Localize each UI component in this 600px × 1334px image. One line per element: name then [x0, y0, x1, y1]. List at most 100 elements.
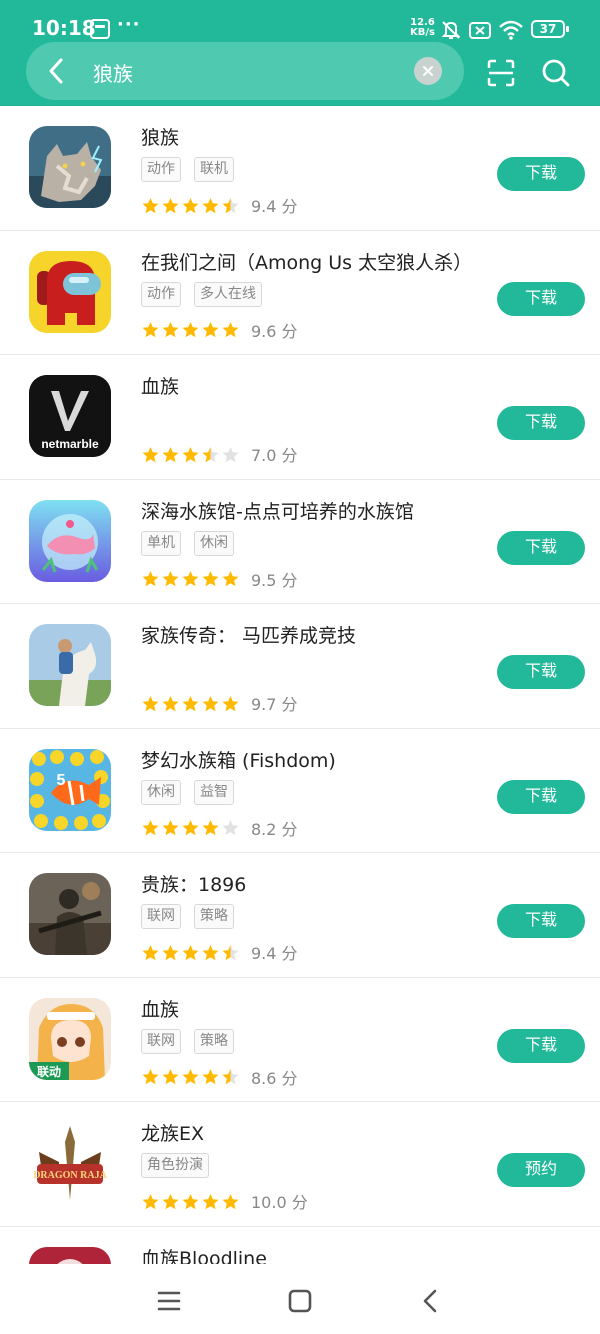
download-button[interactable]: 下载 [497, 1028, 585, 1063]
scan-icon[interactable] [486, 58, 516, 88]
app-title[interactable]: 贵族：1896 [141, 870, 246, 897]
icon-label: 联动 [37, 1065, 61, 1079]
star-icon [162, 820, 179, 836]
star-icon [202, 197, 219, 214]
star-icon [222, 1193, 239, 1210]
list-item[interactable]: netmarble 血族 7.0 分 下载 [0, 355, 600, 480]
app-title[interactable]: 龙族EX [141, 1119, 204, 1146]
list-item[interactable]: 5 梦幻水族箱 (Fishdom) 休闲 益智 8.2 分 下载 [0, 729, 600, 853]
download-button[interactable]: 下载 [497, 655, 585, 689]
app-title[interactable]: 血族 [141, 372, 179, 399]
tag[interactable]: 益智 [194, 779, 234, 805]
notification-app-icon [90, 19, 110, 39]
tag[interactable]: 角色扮演 [141, 1153, 209, 1178]
tag[interactable]: 联机 [194, 157, 234, 182]
tag[interactable]: 联网 [141, 1028, 181, 1054]
icon-label: DRAGON RAJA [33, 1170, 107, 1181]
list-item[interactable]: 血族Bloodline [0, 1227, 600, 1265]
status-time: 10:18 [32, 16, 96, 40]
app-icon-fishdom[interactable]: 5 [29, 748, 111, 831]
star-icon [142, 1193, 159, 1210]
score-text: 10.0 分 [251, 1193, 308, 1212]
star-icon [162, 1069, 179, 1085]
app-icon-netmarble[interactable]: netmarble [29, 375, 111, 457]
chevron-left-icon[interactable] [40, 54, 74, 88]
app-icon-bloodline[interactable] [29, 1246, 111, 1264]
search-bar[interactable] [26, 42, 464, 100]
star-rating [141, 818, 241, 838]
list-item[interactable]: 家族传奇： 马匹养成竞技 9.7 分 下载 [0, 604, 600, 729]
app-title[interactable]: 在我们之间（Among Us 太空狼人杀） [141, 248, 472, 275]
app-icon-anime[interactable]: 联动 [29, 997, 111, 1080]
download-button[interactable]: 下载 [497, 406, 585, 440]
star-rating [141, 1191, 241, 1211]
icon-label: 5 [57, 772, 66, 789]
star-icon [162, 571, 179, 587]
star-icon [202, 695, 219, 712]
score-text: 9.6 分 [251, 321, 298, 341]
tag[interactable]: 休闲 [194, 530, 234, 556]
list-item[interactable]: DRAGON RAJA 龙族EX 角色扮演 10.0 分 预约 [0, 1102, 600, 1227]
score-text: 9.4 分 [251, 197, 298, 216]
star-icon [222, 695, 239, 712]
app-title[interactable]: 狼族 [141, 123, 179, 150]
app-title[interactable]: 深海水族馆-点点可培养的水族馆 [141, 497, 414, 524]
app-icon-aquarium[interactable] [29, 499, 111, 582]
star-icon [182, 322, 199, 338]
star-icon [202, 1193, 219, 1210]
more-notifications-icon: ··· [117, 14, 141, 35]
tag[interactable]: 休闲 [141, 779, 181, 805]
list-item[interactable]: 在我们之间（Among Us 太空狼人杀） 动作 多人在线 9.6 分 下载 [0, 231, 600, 355]
star-icon [142, 571, 159, 587]
star-rating [141, 320, 241, 340]
download-button[interactable]: 下载 [497, 281, 585, 316]
tag-list: 休闲 益智 [141, 779, 247, 806]
clear-search-button[interactable] [414, 57, 442, 85]
search-icon[interactable] [541, 58, 571, 88]
star-icon [202, 322, 219, 338]
star-icon [222, 446, 239, 463]
star-icon [182, 446, 199, 463]
tag[interactable]: 联网 [141, 904, 181, 929]
rating: 7.0 分 [141, 442, 298, 465]
star-icon [142, 820, 159, 836]
app-icon-wolf[interactable] [29, 126, 111, 208]
tag[interactable]: 策略 [194, 1028, 234, 1054]
star-rating [141, 942, 241, 962]
rating: 9.4 分 [141, 940, 298, 963]
tag[interactable]: 动作 [141, 157, 181, 182]
app-icon-dragon-raja[interactable]: DRAGON RAJA [29, 1122, 111, 1204]
app-title[interactable]: 血族 [141, 995, 179, 1022]
list-item[interactable]: 狼族 动作 联机 9.4 分 下载 [0, 106, 600, 231]
menu-icon[interactable] [154, 1286, 184, 1316]
app-title[interactable]: 梦幻水族箱 (Fishdom) [141, 746, 336, 773]
download-button[interactable]: 下载 [497, 157, 585, 191]
system-navigation-bar [0, 1264, 600, 1334]
star-icon [222, 820, 239, 836]
app-icon-soldier[interactable] [29, 873, 111, 955]
star-icon [182, 197, 199, 214]
app-title[interactable]: 家族传奇： 马匹养成竞技 [141, 621, 356, 648]
back-icon[interactable] [416, 1286, 446, 1316]
list-item[interactable]: 贵族：1896 联网 策略 9.4 分 下载 [0, 853, 600, 978]
app-icon-horse[interactable] [29, 624, 111, 706]
app-icon-among-us[interactable] [29, 250, 111, 333]
app-title[interactable]: 血族Bloodline [141, 1244, 267, 1265]
search-input[interactable]: 狼族 [93, 58, 133, 87]
tag[interactable]: 动作 [141, 281, 181, 307]
home-icon[interactable] [285, 1286, 315, 1316]
tag[interactable]: 单机 [141, 530, 181, 556]
star-icon [162, 446, 179, 463]
sim-disabled-icon [469, 22, 491, 39]
download-button[interactable]: 下载 [497, 779, 585, 814]
status-bar: 10:18 ··· 12.6 KB/s 37 [0, 0, 600, 40]
download-button[interactable]: 下载 [497, 904, 585, 938]
list-item[interactable]: 联动 血族 联网 策略 8.6 分 下载 [0, 978, 600, 1102]
reserve-button[interactable]: 预约 [497, 1153, 585, 1187]
download-button[interactable]: 下载 [497, 530, 585, 565]
list-item[interactable]: 深海水族馆-点点可培养的水族馆 单机 休闲 9.5 分 下载 [0, 480, 600, 604]
tag[interactable]: 策略 [194, 904, 234, 929]
rating: 9.6 分 [141, 318, 298, 341]
tag[interactable]: 多人在线 [194, 281, 262, 307]
search-results-list[interactable]: 狼族 动作 联机 9.4 分 下载 在我们之间（Among Us 太空狼人杀） 动… [0, 106, 600, 1264]
